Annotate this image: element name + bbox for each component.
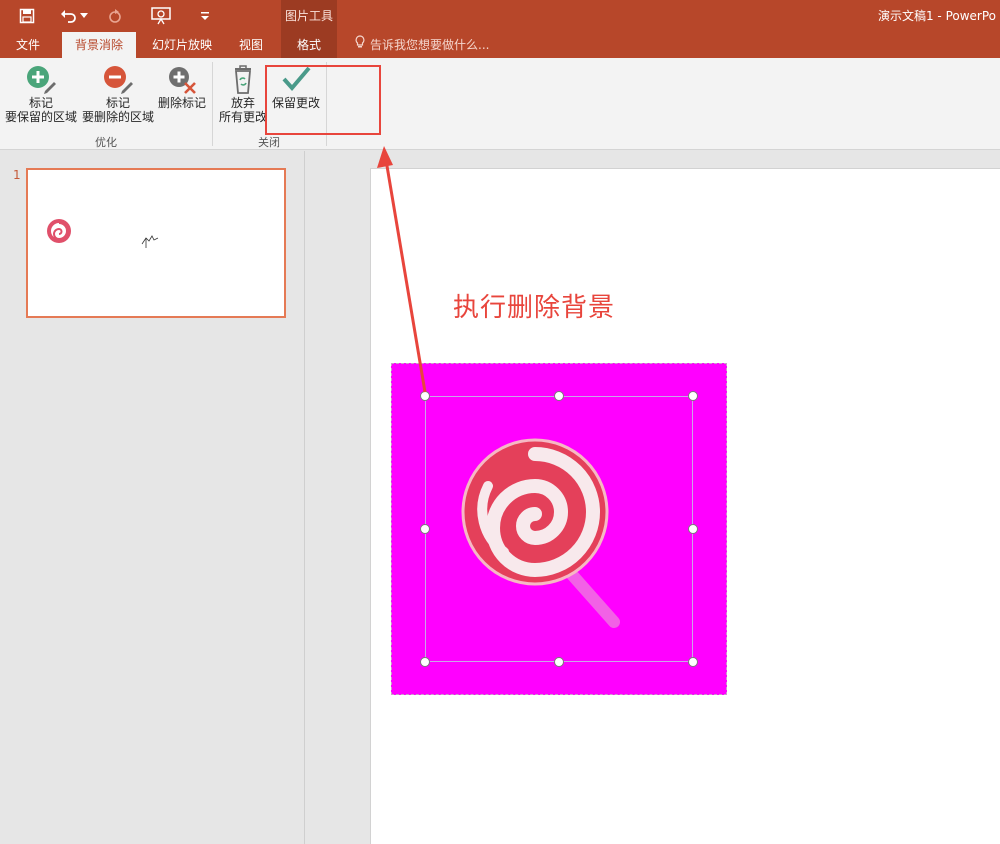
save-icon[interactable]	[16, 5, 38, 27]
window-title: 演示文稿1 - PowerPo	[877, 9, 996, 23]
resize-handle[interactable]	[554, 657, 564, 667]
lollipop-picture[interactable]	[391, 363, 727, 695]
mark-remove-icon	[101, 62, 135, 96]
mark-areas-to-remove-button[interactable]: 标记 要删除的区域	[80, 62, 156, 128]
redo-icon[interactable]	[104, 5, 126, 27]
tab-view[interactable]: 视图	[228, 32, 274, 58]
group-separator	[212, 62, 213, 146]
resize-handle[interactable]	[688, 524, 698, 534]
picture-tools-header: 图片工具	[281, 0, 337, 32]
delete-mark-button[interactable]: 删除标记	[156, 62, 208, 128]
mark-keep-label-1: 标记	[28, 96, 53, 110]
slide-canvas[interactable]: 执行删除背景	[370, 168, 1000, 844]
lightbulb-icon	[354, 32, 366, 58]
discard-label-2: 所有更改	[218, 110, 267, 124]
mark-remove-label-1: 标记	[105, 96, 130, 110]
tab-background-removal[interactable]: 背景消除	[62, 32, 136, 58]
thumbnail-content	[47, 219, 159, 248]
mark-keep-label-2: 要保留的区域	[4, 110, 77, 124]
tell-me-box[interactable]: 告诉我您想要做什么...	[354, 32, 489, 58]
ribbon: 标记 要保留的区域 标记 要删除的区域 删除标记 优化 放弃 所有更改 保留更改…	[0, 58, 1000, 150]
delete-mark-icon	[165, 62, 199, 96]
resize-handle[interactable]	[688, 657, 698, 667]
slide-thumbnail[interactable]	[26, 168, 286, 318]
tab-slideshow[interactable]: 幻灯片放映	[140, 32, 224, 58]
delete-mark-label: 删除标记	[157, 96, 206, 110]
tell-me-text: 告诉我您想要做什么...	[370, 38, 490, 52]
discard-all-changes-button[interactable]: 放弃 所有更改	[216, 62, 270, 128]
resize-handle[interactable]	[420, 524, 430, 534]
group-close-label: 关闭	[258, 136, 280, 149]
slide-editor: 执行删除背景	[306, 151, 1000, 844]
mark-keep-icon	[24, 62, 58, 96]
customize-qat-icon[interactable]	[198, 5, 212, 27]
resize-handle[interactable]	[420, 391, 430, 401]
start-slideshow-icon[interactable]	[150, 5, 172, 27]
title-bar: 图片工具 演示文稿1 - PowerPo	[0, 0, 1000, 32]
discard-label-1: 放弃	[230, 96, 255, 110]
undo-icon[interactable]	[58, 5, 80, 27]
resize-handle[interactable]	[420, 657, 430, 667]
selection-box	[425, 396, 693, 662]
highlight-box	[265, 65, 381, 135]
slide-text-box[interactable]: 执行删除背景	[453, 287, 615, 324]
slide-number: 1	[13, 168, 21, 182]
resize-handle[interactable]	[688, 391, 698, 401]
mark-remove-label-2: 要删除的区域	[81, 110, 154, 124]
mark-areas-to-keep-button[interactable]: 标记 要保留的区域	[4, 62, 78, 128]
ribbon-tabs: 文件 背景消除 幻灯片放映 视图 格式 告诉我您想要做什么...	[0, 32, 1000, 58]
powerpoint-window: 图片工具 演示文稿1 - PowerPo 文件 背景消除 幻灯片放映 视图 格式…	[0, 0, 1000, 844]
recycle-bin-icon	[226, 62, 260, 96]
tab-file[interactable]: 文件	[4, 32, 52, 58]
slide-thumbnails-pane: 1	[0, 151, 305, 844]
group-refine-label: 优化	[95, 136, 117, 149]
tab-format[interactable]: 格式	[281, 32, 337, 58]
resize-handle[interactable]	[554, 391, 564, 401]
undo-dropdown-icon[interactable]	[78, 5, 90, 27]
